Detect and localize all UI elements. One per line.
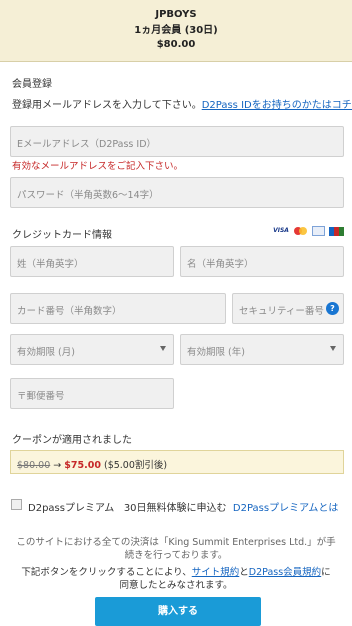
chevron-down-icon [160,346,166,351]
purchase-button[interactable]: 購入する [95,597,261,626]
first-name-placeholder: 名（半角英字） [187,259,254,270]
d2pass-login-link[interactable]: D2Pass IDをお持ちのかたはコチラ [202,100,352,111]
jcb-icon [328,226,344,236]
premium-trial-text: 30日無料体験に申込む [123,503,227,514]
old-price: $80.00 [17,460,51,471]
plan-header: JPBOYS 1ヵ月会員 (30日) $80.00 [0,0,352,62]
terms-suffix: に [321,567,331,578]
member-instruction: 登録用メールアドレスを入力して下さい。D2Pass IDをお持ちのかたはコチラ [12,96,352,111]
discount-text: ($5.00割引後) [103,460,168,471]
payment-notice: このサイトにおける全ての決済は「King Summit Enterprises … [10,536,342,562]
notice-line2: 続きを行っております。 [124,550,228,561]
expiry-month-value: 有効期限 (月) [17,347,75,358]
terms-notice: 下記ボタンをクリックすることにより、サイト規約とD2Pass会員規約に 同意した… [10,566,342,592]
price-arrow: → [53,460,62,471]
postal-code-input[interactable]: 〒郵便番号 [10,378,174,409]
help-icon[interactable]: ? [326,302,339,315]
expiry-month-select[interactable]: 有効期限 (月) [10,334,174,365]
site-terms-link[interactable]: サイト規約 [192,567,240,578]
instruction-text: 登録用メールアドレスを入力して下さい。 [12,100,202,111]
first-name-input[interactable]: 名（半角英字） [180,246,344,277]
expiry-year-select[interactable]: 有効期限 (年) [180,334,344,365]
password-placeholder: パスワード（半角英数6〜14字） [17,190,159,201]
card-number-placeholder: カード番号（半角数字） [17,306,122,317]
expiry-year-value: 有効期限 (年) [187,347,245,358]
terms-and: と [239,567,249,578]
security-code-input[interactable]: セキュリティー番号 ? [232,293,344,324]
new-price: $75.00 [64,460,101,471]
password-input[interactable]: パスワード（半角英数6〜14字） [10,177,344,208]
coupon-price-box: $80.00 → $75.00 ($5.00割引後) [10,450,344,474]
last-name-input[interactable]: 姓（半角英字） [10,246,174,277]
premium-label-row: D2passプレミアム 30日無料体験に申込む D2Passプレミアムとは [28,499,338,514]
terms-line2: 同意したとみなされます。 [119,580,233,591]
postal-code-placeholder: 〒郵便番号 [17,391,65,402]
member-section-title: 会員登録 [12,79,52,90]
notice-line1: このサイトにおける全ての決済は「King Summit Enterprises … [16,537,336,548]
security-code-placeholder: セキュリティー番号 [239,306,324,317]
plan-price: $80.00 [156,39,196,50]
premium-label: D2passプレミアム [28,503,115,514]
email-error: 有効なメールアドレスをご記入下さい。 [12,161,184,172]
site-name: JPBOYS [155,9,197,20]
last-name-placeholder: 姓（半角英字） [17,259,84,270]
visa-icon: VISA [273,227,289,234]
premium-about-link[interactable]: D2Passプレミアムとは [233,503,339,514]
terms-prefix: 下記ボタンをクリックすることにより、 [21,567,192,578]
plan-name: 1ヵ月会員 (30日) [134,25,218,36]
member-terms-link[interactable]: D2Pass会員規約 [249,567,321,578]
mastercard-icon [293,226,309,236]
premium-checkbox[interactable] [11,499,22,510]
credit-section-title: クレジットカード情報 [12,230,112,241]
card-number-input[interactable]: カード番号（半角数字） [10,293,226,324]
coupon-price-line: $80.00 → $75.00 ($5.00割引後) [17,457,167,471]
email-input[interactable]: Eメールアドレス（D2Pass ID） [10,126,344,157]
coupon-applied-text: クーポンが適用されました [12,435,132,446]
chevron-down-icon [330,346,336,351]
terms-line1: 下記ボタンをクリックすることにより、サイト規約とD2Pass会員規約に [10,566,342,579]
card-brand-icons: VISA [273,226,345,236]
email-placeholder: Eメールアドレス（D2Pass ID） [17,139,157,150]
amex-icon [312,226,325,236]
